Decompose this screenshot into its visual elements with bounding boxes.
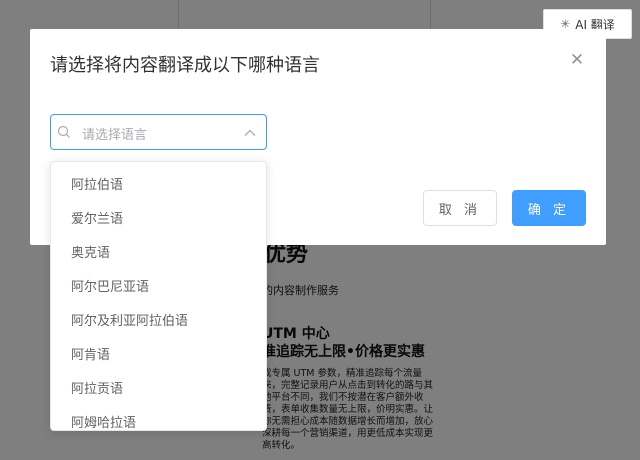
dialog-title: 请选择将内容翻译成以下哪种语言 [50,55,320,76]
chevron-up-icon [244,129,256,136]
dropdown-option[interactable]: 阿拉贡语 [51,373,266,407]
language-dropdown: 阿拉伯语 爱尔兰语 奥克语 阿尔巴尼亚语 阿尔及利亚阿拉伯语 阿肯语 阿拉贡语 … [50,161,267,431]
dropdown-option[interactable]: 阿姆哈拉语 [51,407,266,430]
search-icon [57,125,70,138]
dropdown-option[interactable]: 阿肯语 [51,339,266,373]
dropdown-option[interactable]: 阿尔巴尼亚语 [51,271,266,305]
language-select[interactable]: 请选择语言 [50,114,267,150]
select-placeholder: 请选择语言 [82,128,148,143]
confirm-button[interactable]: 确 定 [512,190,586,226]
dropdown-option[interactable]: 奥克语 [51,237,266,271]
cancel-button[interactable]: 取 消 [423,190,497,226]
dropdown-list: 阿拉伯语 爱尔兰语 奥克语 阿尔巴尼亚语 阿尔及利亚阿拉伯语 阿肯语 阿拉贡语 … [51,169,266,430]
close-icon[interactable]: ✕ [569,52,585,69]
dropdown-option[interactable]: 阿拉伯语 [51,169,266,203]
dropdown-option[interactable]: 阿尔及利亚阿拉伯语 [51,305,266,339]
dropdown-option[interactable]: 爱尔兰语 [51,203,266,237]
